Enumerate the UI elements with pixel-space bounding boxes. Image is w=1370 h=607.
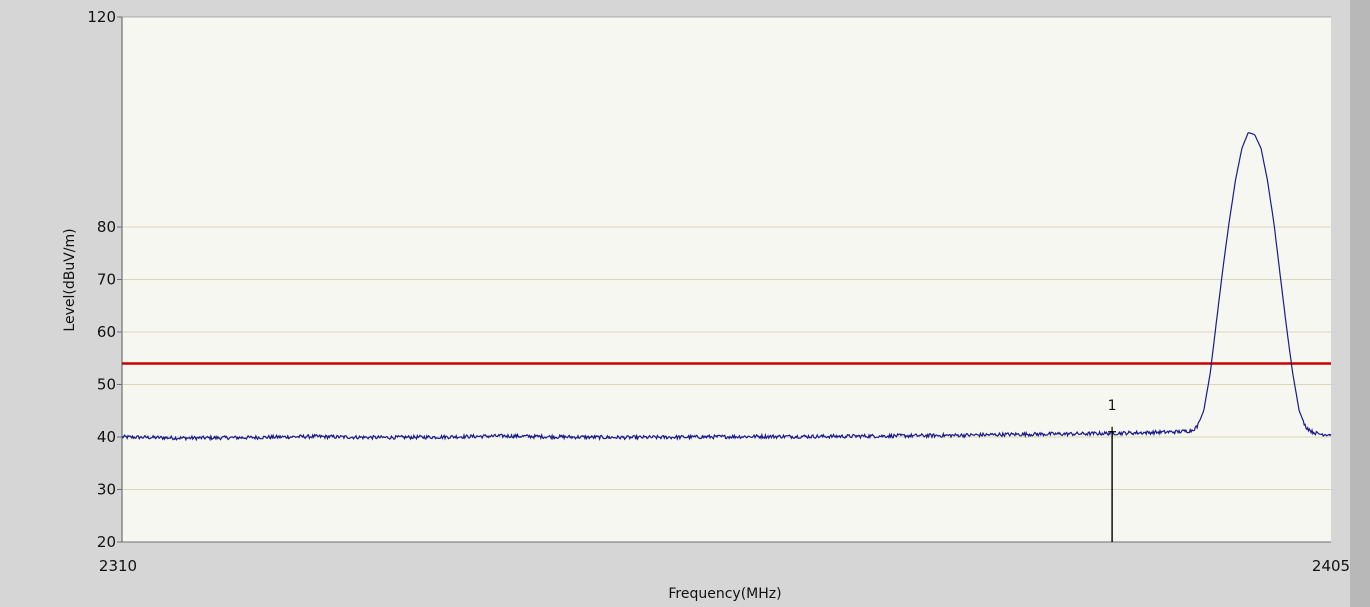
y-tick-label-30: 30 [97, 481, 116, 499]
marker-label-1: 1 [1108, 398, 1117, 414]
x-tick-label-max: 2405 [1312, 557, 1350, 575]
x-tick-label-min: 2310 [99, 557, 137, 575]
y-tick-label-20: 20 [97, 533, 116, 551]
y-tick-label-50: 50 [97, 376, 116, 394]
y-tick-label-120: 120 [87, 8, 116, 26]
y-axis-title: Level(dBuV/m) [62, 228, 78, 331]
spectrum-chart: 1 20 30 40 50 60 70 80 120 2310 2405 Frequency(… [0, 0, 1370, 607]
chart-frame: 1 20 30 40 50 60 70 80 120 2310 2405 Frequency(… [0, 0, 1370, 607]
x-axis-title: Frequency(MHz) [668, 586, 781, 602]
y-tick-label-80: 80 [97, 218, 116, 236]
frame-right-shadow [1350, 0, 1370, 607]
y-tick-label-40: 40 [97, 428, 116, 446]
y-tick-label-60: 60 [97, 323, 116, 341]
y-tick-label-70: 70 [97, 271, 116, 289]
